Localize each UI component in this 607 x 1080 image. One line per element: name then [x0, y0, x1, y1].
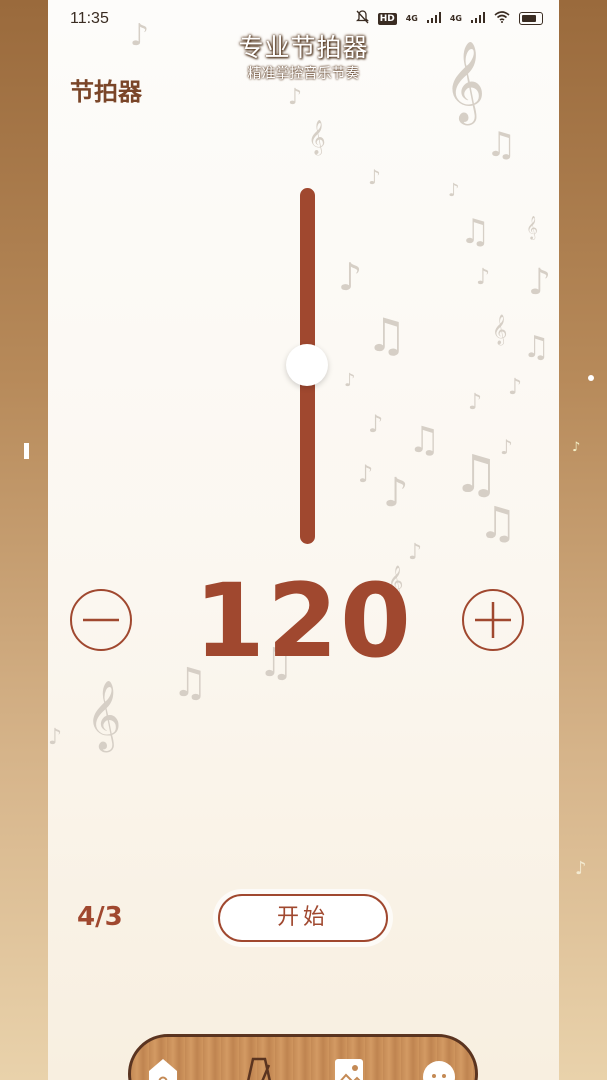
- bottom-nav: [128, 1034, 478, 1080]
- music-note-decoration: ♪: [468, 390, 483, 415]
- home-icon: [149, 1059, 177, 1080]
- wifi-icon: [494, 11, 510, 26]
- chat-icon: [423, 1061, 455, 1080]
- music-note-decoration: ♪: [383, 470, 409, 516]
- status-icons: HD 4G 4G: [355, 10, 543, 27]
- music-note-decoration: ♪: [288, 85, 303, 110]
- music-note-decoration: ♫: [366, 308, 408, 362]
- nav-gallery[interactable]: [329, 1051, 369, 1080]
- sparkle-decoration: [588, 375, 594, 381]
- signal-icon: [426, 11, 441, 26]
- sparkle-decoration: [24, 443, 29, 459]
- hd-icon: HD: [377, 12, 397, 25]
- nav-chat[interactable]: [419, 1051, 459, 1080]
- music-note-decoration: ♫: [486, 125, 517, 165]
- music-note-decoration: ♪: [338, 255, 363, 299]
- music-note-decoration: ♫: [460, 212, 491, 252]
- music-note-decoration: ♪: [508, 375, 523, 400]
- music-note-decoration: 𝄞: [308, 120, 326, 155]
- music-note-decoration: ♪: [48, 725, 63, 750]
- music-note-decoration: ♫: [408, 420, 441, 461]
- music-note-decoration: ♪: [528, 262, 551, 303]
- signal-4g-label: 4G: [449, 14, 462, 23]
- music-note-decoration: ♪: [575, 858, 587, 879]
- music-note-decoration: 𝄞: [492, 315, 508, 345]
- music-note-decoration: ♪: [358, 460, 374, 488]
- start-button[interactable]: 开始: [218, 894, 388, 942]
- music-note-decoration: ♪: [368, 165, 381, 189]
- time-signature-selector[interactable]: 4/3: [77, 902, 123, 932]
- page-title: 节拍器: [70, 78, 142, 106]
- music-note-decoration: ♪: [368, 410, 384, 438]
- increase-tempo-button[interactable]: [462, 589, 524, 651]
- music-note-decoration: 𝄞: [86, 680, 122, 750]
- signal-4g-label: 4G: [405, 14, 418, 23]
- tempo-slider-thumb[interactable]: [286, 344, 328, 386]
- music-note-decoration: ♫: [523, 330, 550, 365]
- music-note-decoration: ♪: [476, 265, 491, 290]
- mute-icon: [355, 10, 369, 27]
- plus-icon: [475, 602, 511, 638]
- music-note-decoration: ♪: [344, 370, 356, 391]
- music-note-decoration: 𝄞: [526, 215, 538, 239]
- app-screen: 𝄞 𝄞 ♫ ♪ ♪ ♪ ♪ ♫ 𝄞 ♪ ♪ ♪ ♫ 𝄞 ♫ ♪ ♪ ♪ ♪ ♫ …: [48, 0, 559, 1080]
- music-note-decoration: ♫: [478, 498, 518, 549]
- gallery-icon: [335, 1059, 363, 1080]
- music-note-decoration: ♪: [448, 180, 460, 201]
- battery-icon: [519, 12, 543, 25]
- music-note-decoration: ♪: [572, 440, 581, 455]
- nav-home[interactable]: [143, 1051, 183, 1080]
- signal-icon: [471, 11, 485, 26]
- music-note-decoration: ♫: [453, 445, 500, 505]
- music-note-decoration: ♪: [500, 435, 513, 459]
- metronome-icon: [247, 1057, 271, 1080]
- status-time: 11:35: [70, 10, 109, 27]
- banner-title: 专业节拍器: [238, 33, 369, 62]
- nav-metronome[interactable]: [239, 1051, 279, 1080]
